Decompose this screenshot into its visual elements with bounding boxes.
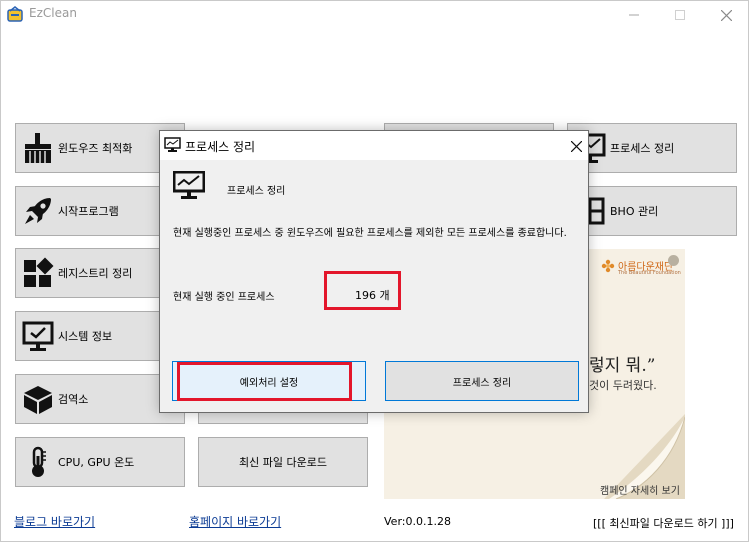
dialog-monitor-icon	[164, 137, 181, 152]
running-process-label: 현재 실행 중인 프로세스	[173, 292, 275, 303]
close-icon	[720, 9, 732, 21]
exception-settings-label: 예외처리 설정	[239, 378, 299, 389]
flower-logo-icon	[601, 259, 615, 273]
process-cleanup-button[interactable]: 프로세스 정리	[567, 123, 737, 173]
latest-download-link[interactable]: [[[ 최신파일 다운로드 하기 ]]]	[593, 515, 734, 531]
process-count-highlight: 196 개	[324, 271, 401, 310]
dialog-title-bar: 프로세스 정리	[160, 131, 588, 160]
registry-clean-label: 레지스트리 정리	[58, 267, 133, 280]
dialog-heading: 프로세스 정리	[227, 186, 286, 197]
ad-info-badge[interactable]	[668, 255, 679, 266]
latest-file-download-button[interactable]: 최신 파일 다운로드	[198, 437, 368, 487]
dialog-body: 프로세스 정리 현재 실행중인 프로세스 중 윈도우즈에 필요한 프로세스를 제…	[160, 160, 588, 412]
bho-manage-button[interactable]: BHO 관리	[567, 186, 737, 236]
maximize-button[interactable]	[657, 1, 703, 29]
window-title: EzClean	[29, 6, 77, 20]
monitor-check-icon	[18, 316, 58, 356]
blog-link[interactable]: 블로그 바로가기	[14, 513, 95, 530]
process-cleanup-label: 프로세스 정리	[610, 142, 675, 155]
rocket-icon	[18, 191, 58, 231]
minimize-icon	[629, 14, 639, 16]
registry-blocks-icon	[18, 253, 58, 293]
minimize-button[interactable]	[611, 1, 657, 29]
ad-quote-text: 렇지 뭐.”	[589, 356, 656, 376]
process-cleanup-dialog: 프로세스 정리 프로세스 정리 현재 실행중인 프로세스 중 윈도우즈에 필요한…	[159, 130, 589, 413]
version-text: Ver:0.0.1.28	[384, 515, 451, 528]
close-icon	[570, 140, 582, 152]
foundation-logo-subtext: The Beautiful Foundation	[618, 270, 681, 276]
thermometer-icon	[18, 442, 58, 482]
homepage-link[interactable]: 홈페이지 바로가기	[189, 513, 281, 530]
cleanup-process-label: 프로세스 정리	[452, 378, 512, 389]
app-window: EzClean 윈도우즈 최적화 시작프로그램 레지스트리 정리 시스템 정보 …	[0, 0, 749, 542]
title-bar: EzClean	[1, 1, 748, 29]
process-count-value: 196 개	[355, 289, 390, 302]
ad-campaign-link[interactable]: 캠페인 자세히 보기	[600, 482, 680, 497]
latest-file-download-label: 최신 파일 다운로드	[239, 456, 327, 469]
bho-manage-label: BHO 관리	[610, 205, 659, 218]
windows-optimize-label: 윈도우즈 최적화	[58, 142, 133, 155]
exception-settings-button[interactable]: 예외처리 설정	[172, 361, 366, 401]
cpu-gpu-temp-button[interactable]: CPU, GPU 온도	[15, 437, 185, 487]
box-icon	[18, 379, 58, 419]
cleanup-process-button[interactable]: 프로세스 정리	[385, 361, 579, 401]
broom-icon	[18, 128, 58, 168]
maximize-icon	[675, 10, 685, 20]
ad-subtext: 것이 두려웠다.	[589, 379, 657, 392]
quarantine-label: 검역소	[58, 393, 89, 406]
dialog-title: 프로세스 정리	[185, 140, 256, 154]
dialog-close-button[interactable]	[564, 136, 588, 156]
close-button[interactable]	[703, 1, 748, 29]
process-monitor-icon	[173, 171, 205, 199]
cpu-gpu-temp-label: CPU, GPU 온도	[58, 456, 135, 469]
startup-programs-label: 시작프로그램	[58, 205, 119, 218]
app-logo-icon	[7, 6, 23, 22]
system-info-label: 시스템 정보	[58, 330, 113, 343]
dialog-description: 현재 실행중인 프로세스 중 윈도우즈에 필요한 프로세스를 제외한 모든 프로…	[173, 228, 567, 239]
